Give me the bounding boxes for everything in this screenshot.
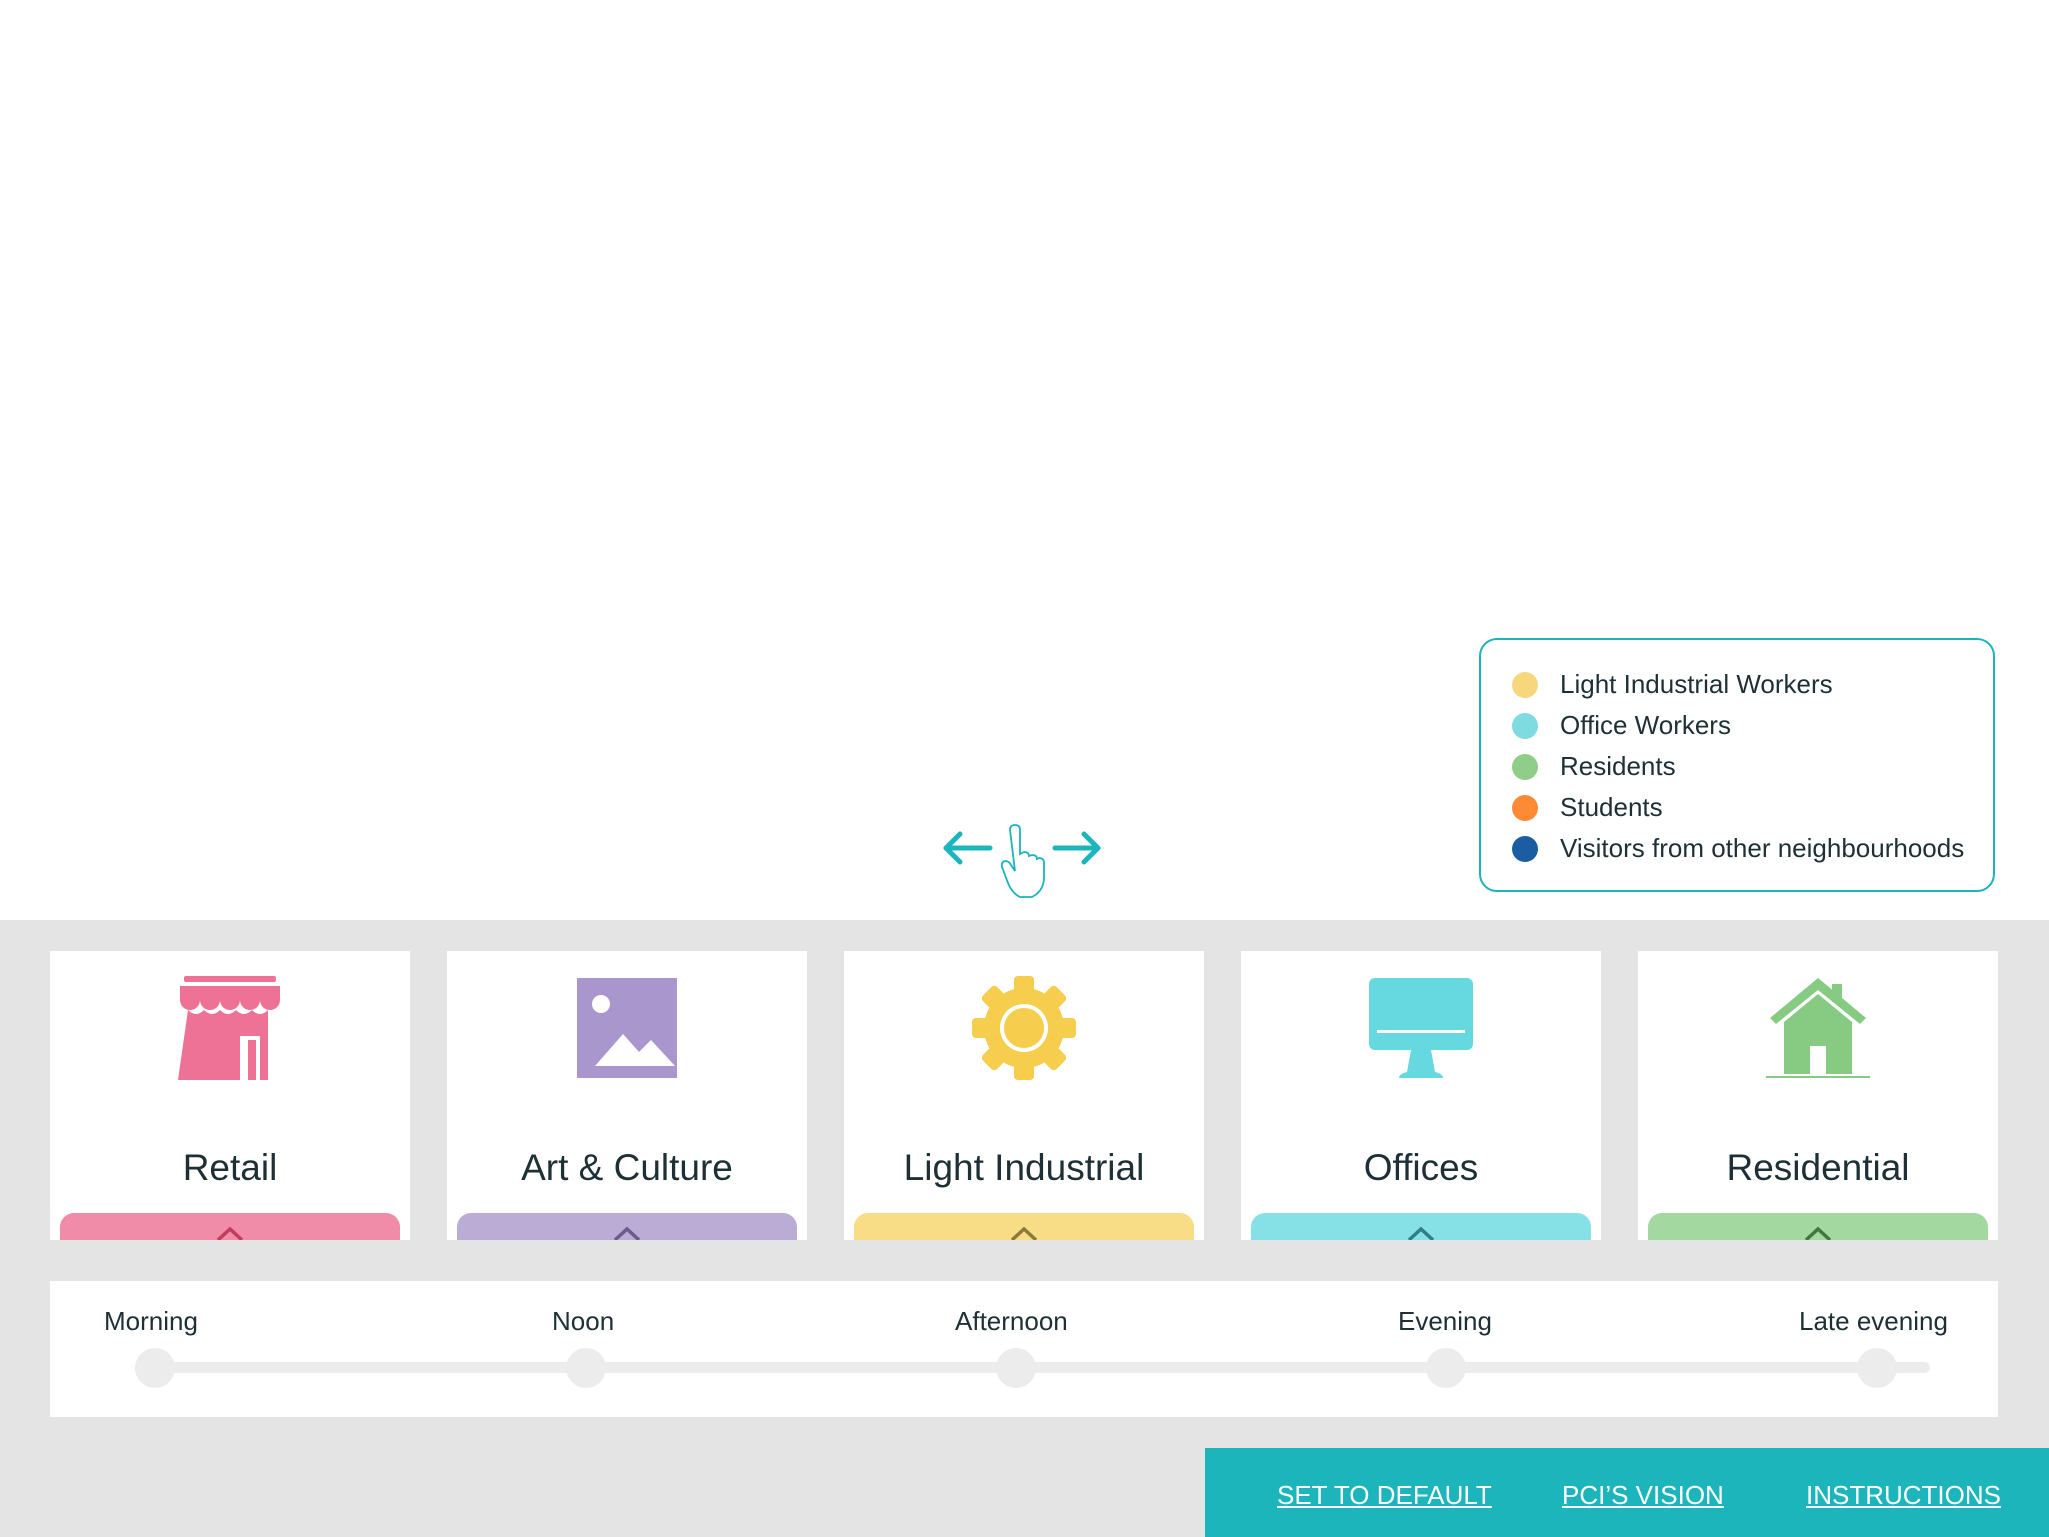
time-label-noon: Noon	[552, 1306, 615, 1336]
category-card-residential[interactable]: Residential	[1638, 951, 1998, 1240]
legend-dot-light-industrial-workers	[1512, 671, 1538, 698]
category-card-light-industrial[interactable]: Light Industrial	[844, 951, 1204, 1240]
pci-vision-link[interactable]: PCI’S VISION	[1562, 1480, 1724, 1511]
set-to-default-link[interactable]: SET TO DEFAULT	[1277, 1480, 1492, 1511]
legend-item: Visitors from other neighbourhoods	[1512, 828, 1993, 869]
chevron-up-icon	[1407, 1226, 1435, 1240]
chevron-up-icon	[216, 1226, 244, 1240]
swipe-hand-icon	[943, 824, 1101, 898]
footer-bar: SET TO DEFAULT PCI’S VISION INSTRUCTIONS	[1205, 1448, 2049, 1537]
house-icon	[1766, 976, 1870, 1080]
legend-label: Office Workers	[1560, 710, 1731, 740]
time-label-afternoon: Afternoon	[955, 1306, 1068, 1336]
legend-dot-residents	[1512, 753, 1538, 780]
swipe-hint	[940, 822, 1105, 898]
category-label: Light Industrial	[903, 1147, 1145, 1188]
bottom-panel: Retail Art & Culture Light Industrial Of…	[0, 920, 2049, 1537]
time-label-evening: Evening	[1398, 1306, 1492, 1336]
slider-stop-evening[interactable]	[1426, 1348, 1466, 1388]
category-label: Offices	[1363, 1147, 1479, 1188]
legend-label: Visitors from other neighbourhoods	[1560, 833, 1965, 863]
gear-icon	[972, 976, 1076, 1080]
expand-tab-retail[interactable]	[60, 1213, 400, 1240]
chevron-up-icon	[613, 1226, 641, 1240]
expand-tab-art-culture[interactable]	[457, 1213, 797, 1240]
legend-dot-office-workers	[1512, 712, 1538, 739]
instructions-link[interactable]: INSTRUCTIONS	[1806, 1480, 2001, 1511]
expand-tab-residential[interactable]	[1648, 1213, 1988, 1240]
legend-dot-students	[1512, 794, 1538, 821]
time-label-morning: Morning	[104, 1306, 198, 1336]
legend-item: Office Workers	[1512, 705, 1993, 746]
legend-item: Students	[1512, 787, 1993, 828]
legend-label: Light Industrial Workers	[1560, 669, 1833, 699]
monitor-icon	[1369, 976, 1473, 1080]
legend-item: Light Industrial Workers	[1512, 664, 1993, 705]
slider-stop-noon[interactable]	[566, 1348, 606, 1388]
category-label: Residential	[1726, 1147, 1910, 1188]
category-card-offices[interactable]: Offices	[1241, 951, 1601, 1240]
image-icon	[575, 976, 679, 1080]
legend-label: Students	[1560, 792, 1663, 822]
category-label: Art & Culture	[521, 1147, 733, 1188]
category-card-art-culture[interactable]: Art & Culture	[447, 951, 807, 1240]
legend-label: Residents	[1560, 751, 1676, 781]
slider-stop-late-evening[interactable]	[1857, 1348, 1897, 1388]
chevron-up-icon	[1804, 1226, 1832, 1240]
time-of-day-slider[interactable]: Morning Noon Afternoon Evening Late even…	[50, 1281, 1998, 1417]
category-card-retail[interactable]: Retail	[50, 951, 410, 1240]
time-label-late-evening: Late evening	[1799, 1306, 1948, 1336]
category-label: Retail	[182, 1147, 278, 1188]
legend: Light Industrial Workers Office Workers …	[1479, 638, 1995, 892]
slider-stop-morning[interactable]	[135, 1348, 175, 1388]
store-icon	[178, 976, 282, 1080]
chevron-up-icon	[1010, 1226, 1038, 1240]
slider-stop-afternoon[interactable]	[996, 1348, 1036, 1388]
expand-tab-offices[interactable]	[1251, 1213, 1591, 1240]
legend-item: Residents	[1512, 746, 1993, 787]
slider-track[interactable]	[155, 1362, 1930, 1373]
legend-dot-visitors	[1512, 835, 1538, 862]
expand-tab-light-industrial[interactable]	[854, 1213, 1194, 1240]
